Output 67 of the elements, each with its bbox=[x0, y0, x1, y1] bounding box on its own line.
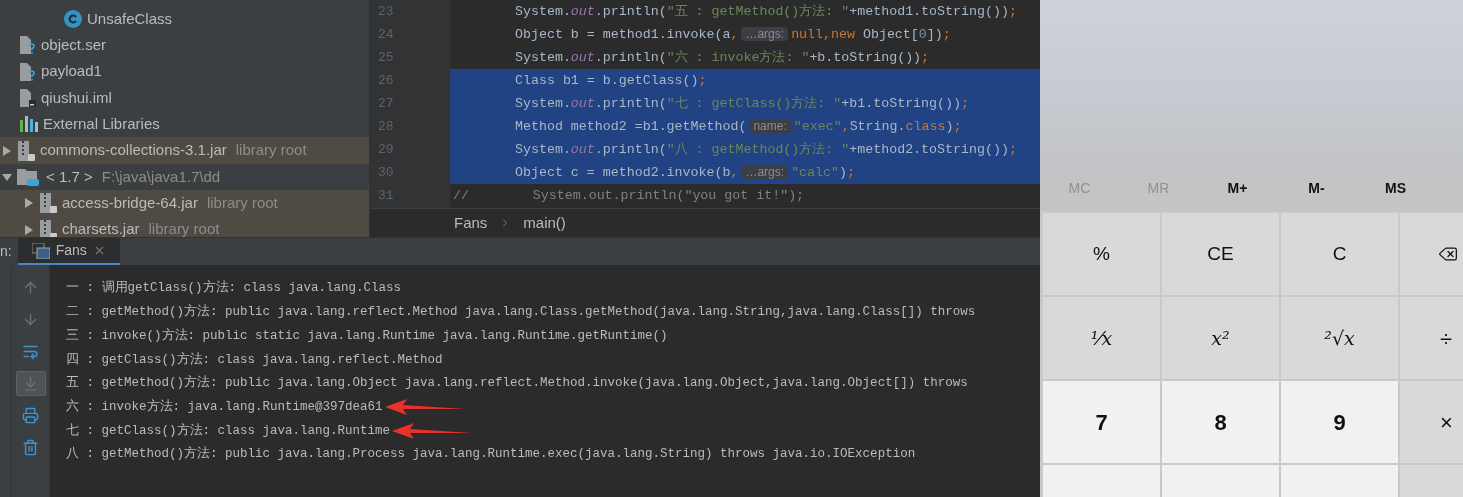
library-icon bbox=[20, 116, 38, 133]
code-line: System.out.println("七 : getClass()方法: "+b1.toString()); bbox=[514, 94, 969, 113]
code-line: Class b1 = b.getClass(); bbox=[514, 71, 707, 90]
breadcrumb-item[interactable]: main() bbox=[523, 211, 566, 235]
scroll-to-end-button[interactable] bbox=[15, 371, 46, 396]
window-icon bbox=[31, 242, 50, 259]
code-line: System.out.println("五 : getMethod()方法: "+method1.toString()); bbox=[514, 2, 1017, 21]
scroll-to-end-icon bbox=[22, 375, 39, 392]
calculator-key[interactable]: ²√x bbox=[1281, 297, 1398, 379]
unknown-file-icon bbox=[20, 62, 36, 81]
calculator-key[interactable]: x² bbox=[1162, 297, 1279, 379]
code-line: System.out.println("八 : getMethod()方法: "+method2.toString()); bbox=[514, 140, 1017, 159]
tree-item-note: library root bbox=[235, 140, 307, 161]
backspace-button[interactable] bbox=[1400, 213, 1463, 295]
calculator-key[interactable]: 9 bbox=[1281, 381, 1398, 463]
tree-item-label[interactable]: object.ser bbox=[41, 34, 107, 57]
wrap-icon bbox=[22, 343, 39, 360]
tree-item-label[interactable]: External Libraries bbox=[43, 113, 160, 136]
panel-label: n: bbox=[0, 242, 13, 261]
console-line: 二 : getMethod()方法: public java.lang.reflect.Method java.lang.Class.getMethod(java.lang.String,java.lang.Class[]) throws bbox=[66, 303, 976, 322]
console-line: 三 : invoke()方法: public static java.lang.Runtime java.lang.Runtime.getRuntime() bbox=[66, 327, 668, 345]
console-line: 八 : getMethod()方法: public java.lang.Process java.lang.Runtime.exec(java.lang.String) throws java.io.IOException bbox=[66, 445, 916, 464]
code-line: Object b = method1.invoke(a, …args: null,new Object[0]); bbox=[514, 25, 951, 44]
console-line: 一 : 调用getClass()方法: class java.lang.Class bbox=[66, 279, 402, 298]
memory-button[interactable]: MS bbox=[1356, 177, 1435, 199]
tree-item-label[interactable]: qiushui.iml bbox=[41, 86, 112, 110]
collapsed-arrow-icon[interactable] bbox=[2, 145, 12, 156]
calculator-key[interactable]: 7 bbox=[1043, 381, 1160, 463]
print-icon bbox=[22, 407, 39, 424]
code-line: Object c = method2.invoke(b, …args: "calc"); bbox=[514, 163, 855, 182]
calculator-key[interactable]: % bbox=[1043, 213, 1160, 295]
calculator-key[interactable]: × bbox=[1400, 381, 1463, 463]
tree-item-note: F:\java\java1.7\dd bbox=[101, 166, 221, 187]
file-icon bbox=[20, 89, 36, 108]
console-line: 五 : getMethod()方法: public java.lang.Object java.lang.reflect.Method.invoke(java.lang.Object,java.lang.Object[]) throws bbox=[66, 374, 968, 393]
console-line: 六 : invoke方法: java.lang.Runtime@397dea61 bbox=[66, 398, 383, 416]
code-line: Method method2 =b1.getMethod( name: "exec",String.class); bbox=[514, 117, 962, 136]
folder-icon bbox=[17, 166, 41, 187]
calculator-key[interactable]: C bbox=[1281, 213, 1398, 295]
tree-item-label[interactable]: access-bridge-64.jar bbox=[62, 191, 198, 215]
run-tab[interactable]: Fans bbox=[17, 238, 120, 265]
memory-button[interactable]: M- bbox=[1277, 177, 1356, 199]
memory-button[interactable]: M+ bbox=[1198, 177, 1277, 199]
calculator-key[interactable]: 8 bbox=[1162, 381, 1279, 463]
calculator-key[interactable]: CE bbox=[1162, 213, 1279, 295]
archive-icon bbox=[17, 140, 35, 161]
collapsed-arrow-icon[interactable] bbox=[24, 224, 34, 235]
trash-icon bbox=[22, 439, 39, 456]
class-icon bbox=[64, 10, 82, 29]
tree-item-note: library root bbox=[148, 219, 220, 237]
tree-item-label[interactable]: < 1.7 > bbox=[46, 165, 93, 189]
code-line: // System.out.println("you got it!"); bbox=[452, 186, 805, 205]
archive-icon bbox=[39, 193, 57, 214]
unknown-file-icon bbox=[20, 36, 36, 55]
calculator-key[interactable]: ÷ bbox=[1400, 297, 1463, 379]
collapsed-arrow-icon[interactable] bbox=[24, 198, 34, 209]
breadcrumb-item[interactable]: Fans bbox=[454, 211, 488, 235]
console-line: 七 : getClass()方法: class java.lang.Runtime bbox=[66, 422, 391, 440]
code-line: System.out.println("六 : invoke方法: "+b.toString()); bbox=[514, 48, 930, 67]
expanded-arrow-icon[interactable] bbox=[2, 171, 12, 182]
tree-item-label[interactable]: commons-collections-3.1.jar bbox=[40, 139, 227, 162]
tree-item-label[interactable]: charsets.jar bbox=[62, 218, 140, 237]
tree-item-note: library root bbox=[206, 192, 278, 213]
tree-item-label[interactable]: payload1 bbox=[41, 60, 102, 83]
tree-item-label[interactable]: UnsafeClass bbox=[87, 7, 173, 31]
console-line: 四 : getClass()方法: class java.lang.reflect.Method bbox=[66, 351, 443, 369]
calculator-key[interactable]: ¹⁄x bbox=[1043, 297, 1160, 379]
